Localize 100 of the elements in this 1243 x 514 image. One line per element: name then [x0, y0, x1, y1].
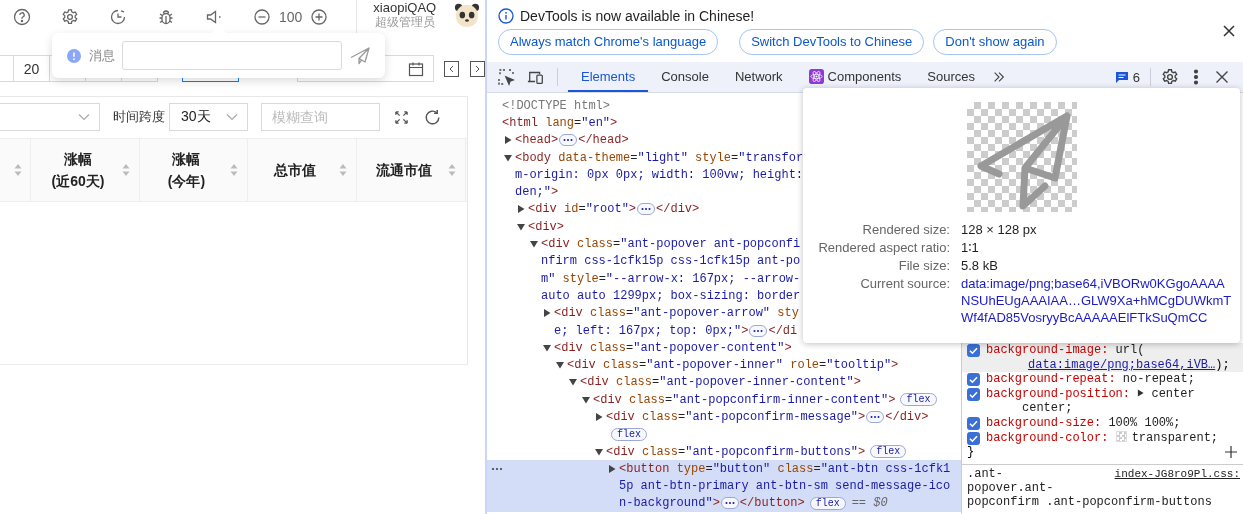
- flex-badge[interactable]: flex: [809, 496, 846, 510]
- info-value: 5.8 kB: [961, 257, 999, 274]
- checkbox[interactable]: [967, 373, 980, 387]
- dom-node[interactable]: <div id="root"> </div>: [487, 200, 961, 219]
- checkbox[interactable]: [967, 387, 980, 401]
- checkbox[interactable]: [967, 416, 980, 430]
- css-selector: .ant-: [967, 466, 1003, 482]
- devtools-tab[interactable]: Console: [648, 62, 722, 92]
- table-header-cell[interactable]: 流通市值: [357, 139, 466, 201]
- checkbox[interactable]: [967, 431, 980, 445]
- span-value: 30天: [181, 108, 211, 126]
- speaker-icon[interactable]: [205, 8, 223, 26]
- infobar-button[interactable]: Switch DevTools to Chinese: [739, 28, 925, 55]
- expand-triangle-icon[interactable]: [517, 205, 525, 214]
- ellipsis-badge-icon[interactable]: [749, 324, 768, 337]
- expand-triangle-icon[interactable]: [543, 309, 551, 318]
- previous-button-icon[interactable]: [444, 60, 459, 77]
- expand-triangle-icon[interactable]: [1137, 388, 1145, 397]
- collapse-triangle-icon[interactable]: [569, 378, 577, 387]
- settings-icon[interactable]: [1161, 68, 1179, 86]
- kebab-menu-icon[interactable]: [1193, 68, 1199, 86]
- source-link[interactable]: data:image/png;base64,iVBORw0KGgoAAAANSUhEUgAAAIAA…GLW9Xa+hMCgDUWkmTWf4fAD85VosryyBcAAAAAElFTkSuQmCC: [961, 275, 1233, 326]
- dom-node[interactable]: <button type="button" class="ant-btn css-1cfk1 5p ant-btn-primary ant-btn-sm send-message-ico n-background"> </button> flex == $0: [487, 460, 961, 513]
- code-text: <head>: [515, 133, 559, 148]
- help-icon[interactable]: [13, 8, 31, 26]
- zoom-level: 100: [279, 9, 303, 25]
- ellipsis-badge-icon[interactable]: [559, 134, 578, 147]
- info-icon: [498, 7, 514, 24]
- dom-node[interactable]: <head> </head>: [487, 131, 961, 149]
- dom-node[interactable]: <div class="ant-popover-inner" role="tooltip">: [487, 356, 961, 374]
- zoom-in-icon[interactable]: [310, 8, 329, 26]
- collapse-triangle-icon[interactable]: [530, 240, 538, 248]
- sort-icon: [14, 163, 22, 177]
- collapse-triangle-icon[interactable]: [543, 343, 551, 352]
- code-text: </div>: [656, 202, 700, 217]
- search-field[interactable]: 模糊查询: [261, 103, 380, 131]
- column-title: 总市值: [274, 161, 316, 180]
- table-header-cell[interactable]: 涨幅 (今年): [140, 139, 248, 201]
- table-header-cell[interactable]: 总市值: [248, 139, 357, 201]
- stylesheet-link[interactable]: index-JG8ro9Pl.css:: [1114, 466, 1240, 482]
- checkbox[interactable]: [967, 344, 980, 357]
- panda-avatar-icon[interactable]: [454, 2, 481, 28]
- expand-triangle-icon[interactable]: [595, 413, 603, 421]
- expand-triangle-icon[interactable]: [504, 136, 512, 145]
- code-text: <div class="ant-popconfirm-message">: [606, 410, 866, 424]
- devtools-tab[interactable]: Sources: [914, 62, 988, 92]
- plus-icon[interactable]: [1225, 446, 1237, 459]
- dom-node[interactable]: <div class="ant-popover-content">: [487, 339, 961, 357]
- chevron-down-icon: [226, 113, 238, 121]
- fullscreen-icon[interactable]: [394, 109, 409, 125]
- zoom-out-icon[interactable]: [253, 8, 271, 26]
- code-text: <div class="ant-popover ant-popconfi: [541, 237, 801, 251]
- dom-node[interactable]: <div class="ant-popover-inner-content">: [487, 373, 961, 392]
- dom-node[interactable]: <div class="ant-popconfirm-inner-content"> flex: [487, 391, 961, 409]
- flex-badge[interactable]: flex: [900, 393, 937, 407]
- sort-icon: [448, 163, 456, 177]
- close-icon[interactable]: [1222, 24, 1236, 38]
- info-label: Current source:: [859, 275, 950, 293]
- inspect-element-icon[interactable]: [497, 68, 515, 86]
- range-button[interactable]: 20: [12, 55, 50, 82]
- flex-badge[interactable]: flex: [611, 427, 647, 441]
- code-text: </button>: [739, 496, 805, 511]
- collapse-triangle-icon[interactable]: [517, 222, 525, 231]
- history-icon[interactable]: [109, 8, 127, 26]
- devtools-tab[interactable]: Elements: [568, 62, 649, 92]
- table-header-cell[interactable]: 涨幅 (近60天): [31, 139, 140, 201]
- ellipsis-icon[interactable]: [491, 467, 503, 472]
- code-text: m-origin: 0px 0px; width: 100vw; height:: [515, 167, 804, 182]
- ellipsis-badge-icon[interactable]: [720, 497, 739, 510]
- message-input[interactable]: [122, 41, 342, 70]
- url-link[interactable]: data:image/png;base64,iVB…: [1028, 357, 1216, 373]
- expand-triangle-icon[interactable]: [608, 464, 616, 473]
- next-button-icon[interactable]: [470, 60, 485, 77]
- refresh-icon[interactable]: [423, 107, 442, 127]
- settings-icon[interactable]: [61, 8, 79, 26]
- dom-node[interactable]: <div class="ant-popover-arrow" sty e; left: 167px; top: 0px;"> </di: [487, 304, 961, 340]
- bug-icon[interactable]: [157, 8, 175, 26]
- issues-icon[interactable]: [1114, 70, 1129, 84]
- collapse-triangle-icon[interactable]: [556, 361, 564, 370]
- issues-count[interactable]: 6: [1132, 69, 1140, 85]
- info-label: Rendered aspect ratio:: [817, 239, 950, 256]
- code-text: m" style="--arrow-x: 167px; --arrow-: [541, 271, 801, 286]
- ellipsis-badge-icon[interactable]: [637, 203, 656, 216]
- more-tabs-icon[interactable]: [992, 70, 1006, 84]
- collapse-triangle-icon[interactable]: [595, 447, 603, 456]
- css-declaration: background-image: url(: [986, 343, 1146, 358]
- user-name: xiaopiQAQ: [373, 0, 437, 15]
- dom-node[interactable]: <body data-theme="light" style="transfor m-origin: 0px 0px; width: 100vw; height: den;">: [487, 148, 961, 201]
- ellipsis-badge-icon[interactable]: [866, 411, 885, 423]
- span-select[interactable]: 30天: [169, 103, 248, 131]
- collapse-triangle-icon[interactable]: [504, 153, 512, 162]
- css-declaration: background-repeat: no-repeat;: [986, 372, 1195, 387]
- infobar-button[interactable]: Don't show again: [933, 28, 1057, 55]
- sort-icon: [230, 163, 238, 177]
- devtools-tab[interactable]: Network: [721, 62, 796, 92]
- select-field[interactable]: [0, 103, 100, 131]
- flex-badge[interactable]: flex: [870, 445, 907, 459]
- dom-node[interactable]: <div class="ant-popconfirm-buttons"> flex: [487, 442, 961, 461]
- infobar-button[interactable]: Always match Chrome's language: [498, 28, 719, 55]
- collapse-triangle-icon[interactable]: [582, 395, 590, 404]
